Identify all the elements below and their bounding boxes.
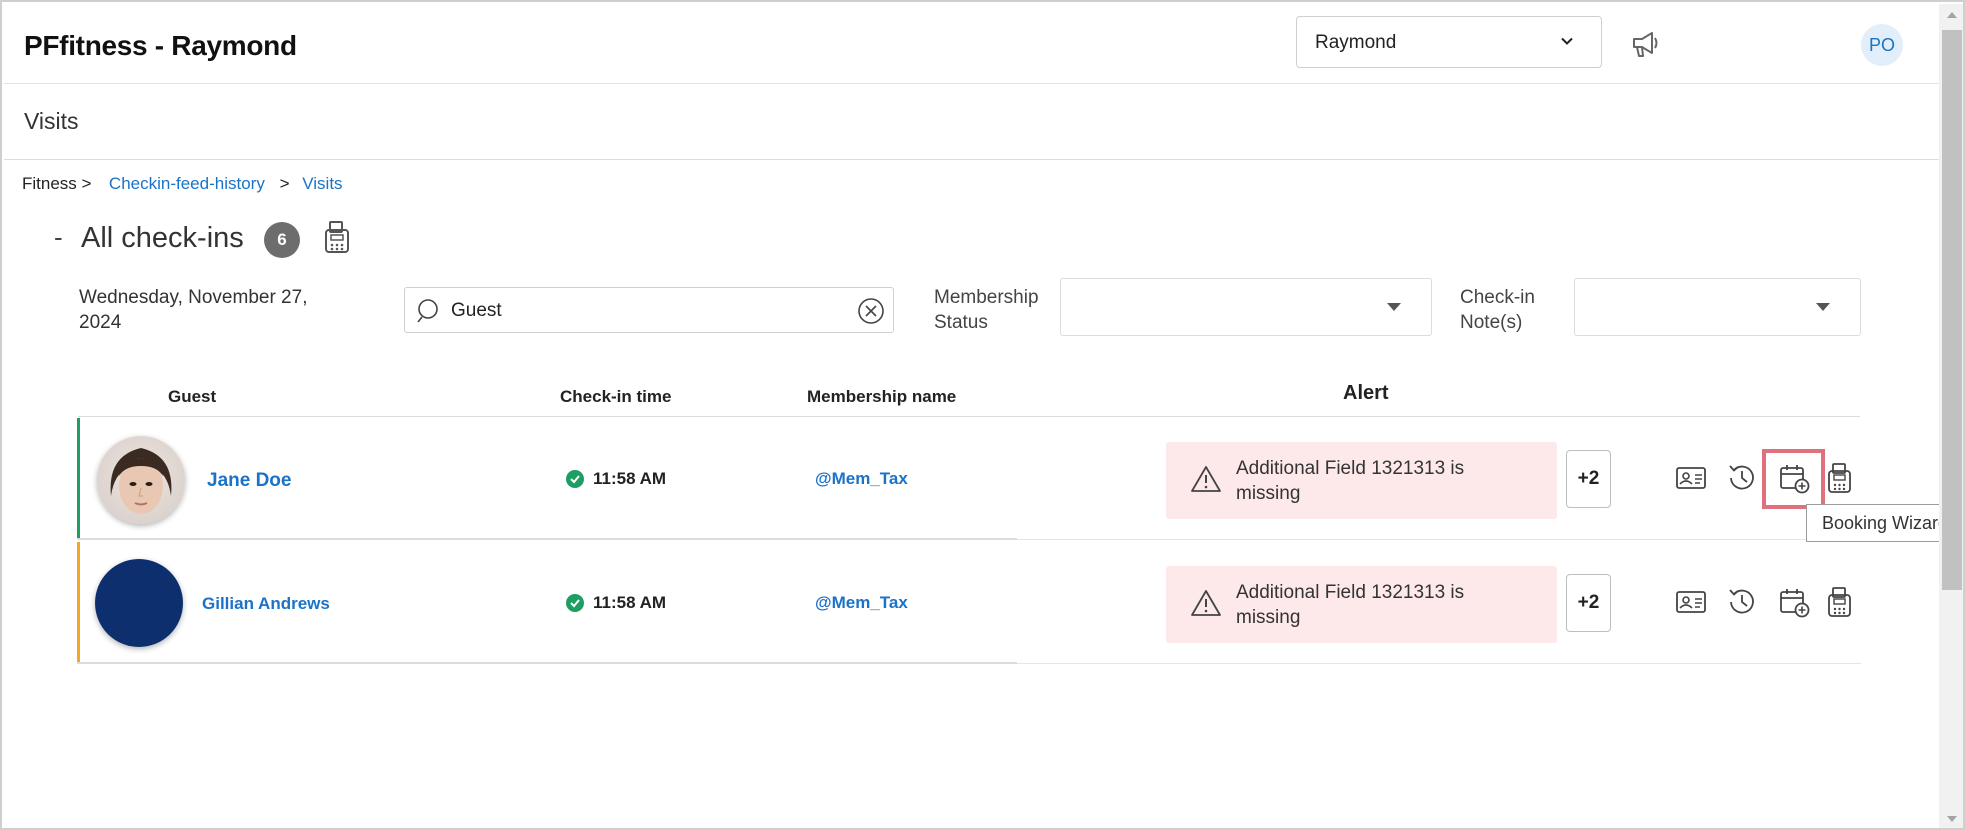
breadcrumb-fitness: Fitness > [22, 174, 92, 193]
id-card-icon[interactable] [1675, 586, 1707, 618]
checkin-time: 11:58 AM [593, 469, 667, 488]
top-bar: PFfitness - Raymond Raymond PO [4, 4, 1939, 84]
collapse-toggle[interactable]: - [54, 222, 63, 253]
page-header: Visits [4, 84, 1939, 160]
megaphone-icon[interactable] [1628, 29, 1662, 59]
scrollbar-thumb[interactable] [1942, 30, 1962, 590]
table-header-divider [78, 416, 1860, 417]
checkin-time: 11:58 AM [593, 593, 667, 612]
checkin-notes-label-line-2: Note(s) [1460, 312, 1523, 333]
row-divider [1017, 663, 1861, 664]
date-line-2: 2024 [79, 312, 122, 333]
page-title: Visits [24, 108, 79, 134]
location-select[interactable]: Raymond [1296, 16, 1602, 68]
date-line-1: Wednesday, November 27, [79, 287, 308, 308]
booking-wizard-highlight [1762, 449, 1825, 509]
guest-avatar[interactable] [95, 559, 183, 647]
pos-terminal-icon[interactable] [322, 220, 352, 254]
history-icon[interactable] [1726, 462, 1758, 494]
section-title: All check-ins [81, 222, 244, 254]
search-icon [417, 299, 438, 323]
alert-text-line-2: missing [1236, 483, 1301, 504]
membership-name-link[interactable]: @Mem_Tax [815, 593, 908, 613]
breadcrumb-visits[interactable]: Visits [302, 174, 342, 194]
clear-icon[interactable] [857, 297, 885, 325]
search-value: Guest [451, 300, 502, 321]
location-select-value: Raymond [1315, 32, 1397, 53]
checkmark-icon [566, 594, 584, 612]
membership-status-label-line-1: Membership [934, 287, 1039, 308]
more-alerts-button[interactable]: +2 [1566, 450, 1611, 508]
membership-status-label: Membership Status [934, 285, 1039, 335]
checkin-notes-label-line-1: Check-in [1460, 287, 1535, 308]
checkin-notes-select[interactable] [1574, 278, 1861, 336]
history-icon[interactable] [1726, 586, 1758, 618]
user-avatar[interactable]: PO [1861, 24, 1903, 66]
row-divider [77, 538, 1017, 540]
pos-terminal-icon[interactable] [1824, 586, 1856, 618]
table-row: Jane Doe 11:58 AM @Mem_Tax Additional Fi… [77, 418, 1861, 540]
guest-name-link[interactable]: Jane Doe [207, 470, 291, 492]
alert-text: Additional Field 1321313 is missing [1236, 456, 1536, 506]
column-header-checkin-time: Check-in time [560, 387, 672, 406]
chevron-down-icon [1561, 37, 1573, 45]
dropdown-arrow-icon [1387, 303, 1401, 311]
guest-name-link[interactable]: Gillian Andrews [202, 594, 330, 614]
app-title: PFfitness - Raymond [24, 30, 297, 61]
breadcrumb-separator: > [279, 174, 290, 193]
breadcrumb-checkin-feed-history[interactable]: Checkin-feed-history [109, 174, 265, 194]
warning-icon [1191, 590, 1221, 616]
warning-icon [1191, 466, 1221, 492]
checkin-notes-label: Check-in Note(s) [1460, 285, 1535, 335]
alert-message: Additional Field 1321313 is missing [1166, 566, 1557, 643]
membership-status-select[interactable] [1060, 278, 1432, 336]
calendar-add-icon[interactable] [1778, 586, 1810, 618]
search-input[interactable]: Guest [404, 287, 894, 333]
count-badge: 6 [264, 222, 300, 258]
row-divider [1017, 539, 1861, 540]
id-card-icon[interactable] [1675, 462, 1707, 494]
dropdown-arrow-icon [1816, 303, 1830, 311]
row-status-accent [77, 542, 80, 662]
table-row: Gillian Andrews 11:58 AM @Mem_Tax Additi… [77, 542, 1861, 664]
alert-text-line-1: Additional Field 1321313 is [1236, 582, 1465, 603]
alert-message: Additional Field 1321313 is missing [1166, 442, 1557, 519]
app-window: PFfitness - Raymond Raymond PO Visits Fi… [0, 0, 1965, 830]
scroll-down-arrow-icon[interactable] [1947, 816, 1957, 822]
breadcrumb: Fitness > Checkin-feed-history > Visits [22, 174, 343, 194]
selected-date: Wednesday, November 27, 2024 [79, 285, 329, 335]
checkmark-icon [566, 470, 584, 488]
scroll-up-arrow-icon[interactable] [1947, 12, 1957, 18]
membership-status-label-line-2: Status [934, 312, 988, 333]
row-divider [77, 662, 1017, 664]
row-status-accent [77, 418, 80, 538]
column-header-alert: Alert [1343, 382, 1389, 404]
guest-photo[interactable] [97, 436, 185, 524]
alert-text: Additional Field 1321313 is missing [1236, 580, 1536, 630]
alert-text-line-2: missing [1236, 607, 1301, 628]
more-alerts-button[interactable]: +2 [1566, 574, 1611, 632]
alert-text-line-1: Additional Field 1321313 is [1236, 458, 1465, 479]
membership-name-link[interactable]: @Mem_Tax [815, 469, 908, 489]
column-header-guest: Guest [168, 387, 217, 406]
column-header-membership-name: Membership name [807, 387, 957, 406]
vertical-scrollbar[interactable] [1939, 4, 1963, 828]
pos-terminal-icon[interactable] [1824, 462, 1856, 494]
